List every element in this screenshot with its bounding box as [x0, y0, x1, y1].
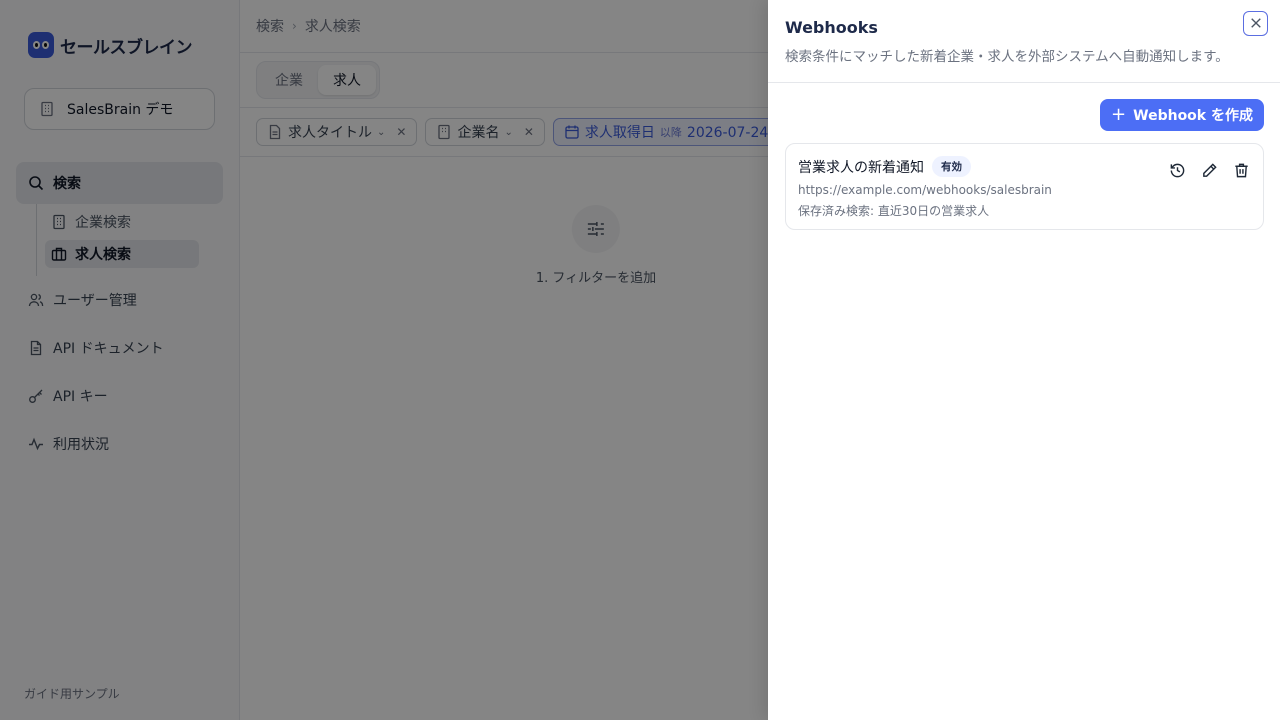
- trash-icon: [1234, 163, 1248, 177]
- modal-backdrop[interactable]: [0, 0, 768, 720]
- webhook-actions: [1167, 158, 1251, 182]
- webhook-saved-search: 保存済み検索: 直近30日の営業求人: [798, 204, 990, 218]
- history-button[interactable]: [1167, 158, 1187, 182]
- plus-icon: +: [1111, 104, 1127, 125]
- status-badge: 有効: [932, 156, 971, 177]
- history-icon: [1170, 163, 1184, 177]
- webhook-card: 営業求人の新着通知 有効 https://example.com/webhook…: [785, 143, 1264, 230]
- webhooks-drawer: Webhooks 検索条件にマッチした新着企業・求人を外部システムへ自動通知しま…: [768, 0, 1280, 720]
- drawer-title: Webhooks: [785, 18, 878, 37]
- close-button[interactable]: [1243, 11, 1268, 36]
- close-icon: [1250, 14, 1262, 33]
- drawer-header: Webhooks 検索条件にマッチした新着企業・求人を外部システムへ自動通知しま…: [768, 0, 1280, 83]
- webhook-name: 営業求人の新着通知: [798, 159, 924, 176]
- create-webhook-label: Webhook を作成: [1133, 108, 1253, 124]
- delete-button[interactable]: [1231, 158, 1251, 182]
- drawer-description: 検索条件にマッチした新着企業・求人を外部システムへ自動通知します。: [785, 49, 1229, 65]
- edit-button[interactable]: [1199, 158, 1219, 182]
- webhook-url: https://example.com/webhooks/salesbrain: [798, 183, 1052, 197]
- pencil-icon: [1202, 162, 1217, 177]
- create-webhook-button[interactable]: + Webhook を作成: [1100, 99, 1264, 131]
